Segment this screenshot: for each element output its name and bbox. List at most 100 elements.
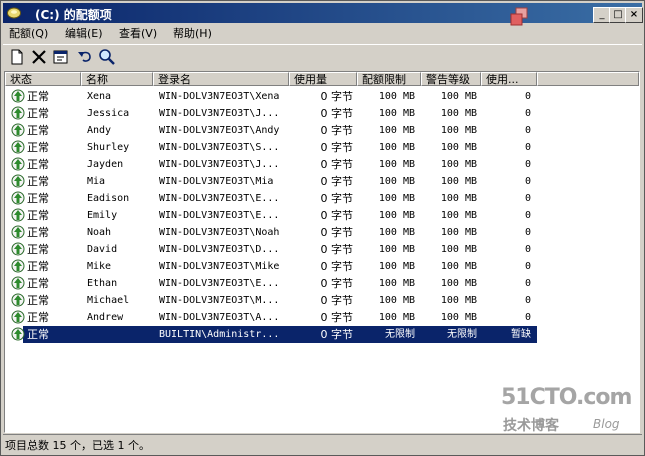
table-row[interactable]: 正常 BUILTIN\Administr... 0 字节 无限制 无限制 暂缺 xyxy=(5,326,639,343)
cell-login: BUILTIN\Administr... xyxy=(159,326,289,343)
cell-limit: 100 MB xyxy=(378,125,415,136)
cell-status: 正常 xyxy=(27,326,81,343)
cell-pct: 0 xyxy=(524,142,531,153)
cell-name: Mia xyxy=(87,176,106,187)
table-row[interactable]: 正常 Mia WIN-DOLV3N7EO3T\Mia 0 字节 100 MB 100 MB… xyxy=(5,173,639,190)
cell-limit: 100 MB xyxy=(378,312,415,323)
cell-pct: 0 xyxy=(524,278,531,289)
cell-login: WIN-DOLV3N7EO3T\E... xyxy=(159,210,280,221)
cell-login: WIN-DOLV3N7EO3T\Mia xyxy=(159,176,274,187)
cell-limit: 100 MB xyxy=(378,227,415,238)
quota-entries-window: (C:) 的配额项 _ □ × 配额(Q) 编辑(E) 查看(V) 帮助(H) xyxy=(0,0,645,456)
cell-limit: 无限制 xyxy=(357,326,415,343)
table-row[interactable]: 正常 Ethan WIN-DOLV3N7EO3T\E... 0 字节 100 MB 100… xyxy=(5,275,639,292)
undo-icon[interactable] xyxy=(75,47,95,67)
cell-name: Shurley xyxy=(87,142,130,153)
table-row[interactable]: 正常 Xena WIN-DOLV3N7EO3T\Xena 0 字节 100 MB 100 … xyxy=(5,88,639,105)
cell-login: WIN-DOLV3N7EO3T\E... xyxy=(159,278,280,289)
cell-status: 正常 xyxy=(27,243,49,256)
cell-name: Jayden xyxy=(87,159,124,170)
status-ok-icon xyxy=(11,123,25,137)
status-ok-icon xyxy=(11,293,25,307)
status-ok-icon xyxy=(11,225,25,239)
cell-login: WIN-DOLV3N7EO3T\E... xyxy=(159,193,280,204)
table-row[interactable]: 正常 Andy WIN-DOLV3N7EO3T\Andy 0 字节 100 MB 100 … xyxy=(5,122,639,139)
list-rows: 正常 Xena WIN-DOLV3N7EO3T\Xena 0 字节 100 MB 100 … xyxy=(5,88,639,343)
cell-login: WIN-DOLV3N7EO3T\S... xyxy=(159,142,280,153)
table-row[interactable]: 正常 Michael WIN-DOLV3N7EO3T\M... 0 字节 100 MB 1… xyxy=(5,292,639,309)
column-used[interactable]: 使用量 xyxy=(289,72,357,86)
cell-pct: 0 xyxy=(524,227,531,238)
delete-icon[interactable] xyxy=(29,47,49,67)
cell-name: David xyxy=(87,244,118,255)
properties-icon[interactable] xyxy=(51,47,71,67)
cell-used: 0 字节 xyxy=(320,277,354,290)
new-entry-icon[interactable] xyxy=(7,47,27,67)
cell-limit: 100 MB xyxy=(378,108,415,119)
cell-pct: 0 xyxy=(524,261,531,272)
column-warning[interactable]: 警告等级 xyxy=(421,72,481,86)
status-ok-icon xyxy=(11,157,25,171)
cell-used: 0 字节 xyxy=(320,243,354,256)
table-row[interactable]: 正常 Mike WIN-DOLV3N7EO3T\Mike 0 字节 100 MB 100 … xyxy=(5,258,639,275)
watermark: 51CTO.com 技术博客 Blog xyxy=(495,385,635,435)
cell-status: 正常 xyxy=(27,107,49,120)
cell-limit: 100 MB xyxy=(378,176,415,187)
quota-list[interactable]: 状态 名称 登录名 使用量 配额限制 警告等级 使用... 正常 Xena WIN-… xyxy=(4,71,640,433)
cell-warn: 100 MB xyxy=(440,227,477,238)
cell-status: 正常 xyxy=(27,158,49,171)
table-row[interactable]: 正常 Noah WIN-DOLV3N7EO3T\Noah 0 字节 100 MB 100 … xyxy=(5,224,639,241)
status-ok-icon xyxy=(11,310,25,324)
cell-login: WIN-DOLV3N7EO3T\Xena xyxy=(159,91,280,102)
column-filler xyxy=(537,72,639,86)
cell-warn: 100 MB xyxy=(440,176,477,187)
table-row[interactable]: 正常 Emily WIN-DOLV3N7EO3T\E... 0 字节 100 MB 100… xyxy=(5,207,639,224)
cell-warn: 100 MB xyxy=(440,278,477,289)
cell-name xyxy=(87,326,153,343)
cell-used: 0 字节 xyxy=(320,107,354,120)
cell-limit: 100 MB xyxy=(378,142,415,153)
cell-status: 正常 xyxy=(27,311,49,324)
cell-status: 正常 xyxy=(27,260,49,273)
column-percent[interactable]: 使用... xyxy=(481,72,537,86)
column-name[interactable]: 名称 xyxy=(81,72,153,86)
cell-warn: 100 MB xyxy=(440,193,477,204)
close-button[interactable]: × xyxy=(625,7,643,23)
menu-help[interactable]: 帮助(H) xyxy=(173,25,212,41)
cell-warn: 100 MB xyxy=(440,295,477,306)
table-row[interactable]: 正常 David WIN-DOLV3N7EO3T\D... 0 字节 100 MB 100… xyxy=(5,241,639,258)
cell-name: Mike xyxy=(87,261,112,272)
title-bar[interactable]: (C:) 的配额项 _ □ × xyxy=(3,3,643,26)
menu-edit[interactable]: 编辑(E) xyxy=(65,25,103,41)
menu-quota[interactable]: 配额(Q) xyxy=(9,25,48,41)
status-ok-icon xyxy=(11,327,25,341)
table-row[interactable]: 正常 Shurley WIN-DOLV3N7EO3T\S... 0 字节 100 MB 1… xyxy=(5,139,639,156)
cell-status: 正常 xyxy=(27,209,49,222)
cell-login: WIN-DOLV3N7EO3T\M... xyxy=(159,295,280,306)
status-ok-icon xyxy=(11,106,25,120)
cell-warn: 100 MB xyxy=(440,125,477,136)
cell-limit: 100 MB xyxy=(378,91,415,102)
cell-used: 0 字节 xyxy=(320,209,354,222)
cell-pct: 0 xyxy=(524,176,531,187)
menu-bar: 配额(Q) 编辑(E) 查看(V) 帮助(H) xyxy=(3,23,642,41)
cell-used: 0 字节 xyxy=(293,326,353,343)
table-row[interactable]: 正常 Eadison WIN-DOLV3N7EO3T\E... 0 字节 100 MB 1… xyxy=(5,190,639,207)
table-row[interactable]: 正常 Jessica WIN-DOLV3N7EO3T\J... 0 字节 100 MB 1… xyxy=(5,105,639,122)
table-row[interactable]: 正常 Andrew WIN-DOLV3N7EO3T\A... 0 字节 100 MB 10… xyxy=(5,309,639,326)
watermark-main: 51CTO.com xyxy=(501,385,632,410)
cell-name: Michael xyxy=(87,295,130,306)
status-text: 项目总数 15 个，已选 1 个。 xyxy=(5,439,150,452)
column-login[interactable]: 登录名 xyxy=(153,72,289,86)
drive-icon xyxy=(7,7,21,19)
cell-warn: 100 MB xyxy=(440,108,477,119)
column-status[interactable]: 状态 xyxy=(5,72,81,86)
column-limit[interactable]: 配额限制 xyxy=(357,72,421,86)
window-title: (C:) 的配额项 xyxy=(35,8,112,22)
cell-pct: 0 xyxy=(524,193,531,204)
status-ok-icon xyxy=(11,276,25,290)
find-icon[interactable] xyxy=(97,47,117,67)
cell-name: Ethan xyxy=(87,278,118,289)
menu-view[interactable]: 查看(V) xyxy=(119,25,157,41)
table-row[interactable]: 正常 Jayden WIN-DOLV3N7EO3T\J... 0 字节 100 MB 10… xyxy=(5,156,639,173)
